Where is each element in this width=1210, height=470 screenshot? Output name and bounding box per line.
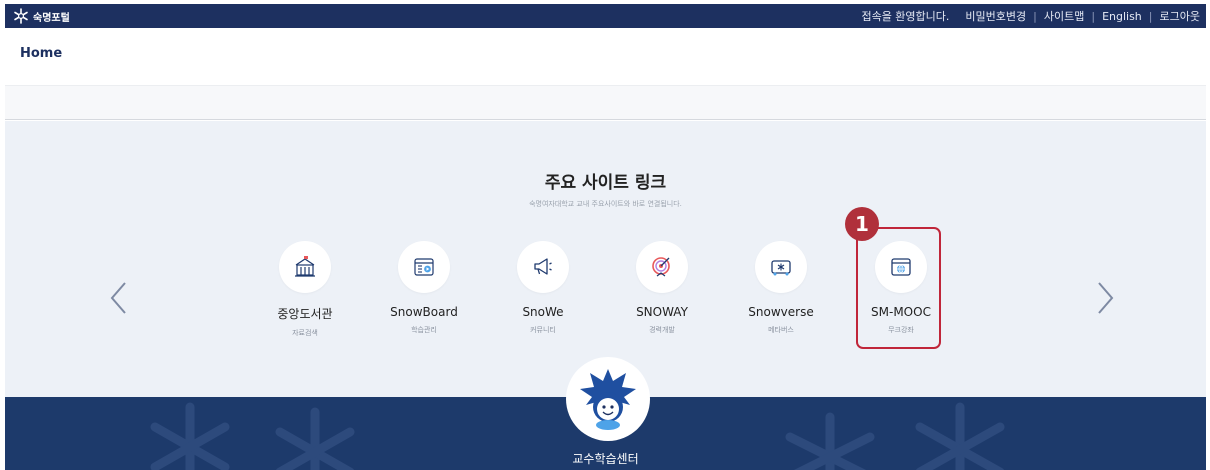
divider: |	[1091, 9, 1096, 23]
site-link-sublabel: 경력개발	[649, 326, 675, 334]
site-link-label: SnoWe	[522, 305, 564, 319]
utility-menu: 접속을 환영합니다. 비밀번호변경 | 사이트맵 | English | 로그아…	[861, 8, 1200, 24]
highlight-box	[856, 227, 941, 349]
home-link[interactable]: Home	[20, 46, 62, 61]
site-link-sublabel: 커뮤니티	[530, 326, 556, 334]
site-link-label: Snowverse	[748, 305, 814, 319]
welcome-text: 접속을 환영합니다.	[861, 10, 950, 23]
target-icon	[652, 257, 670, 277]
metaverse-icon	[771, 260, 791, 276]
divider: |	[1148, 9, 1153, 23]
change-password-link[interactable]: 비밀번호변경	[965, 8, 1026, 24]
site-link-sublabel: 학습관리	[411, 326, 437, 334]
snowflake-logo-icon	[14, 8, 28, 24]
step-badge: 1	[845, 207, 879, 241]
breadcrumb: Home	[5, 28, 1206, 86]
site-link-snoway[interactable]: SNOWAY 경력개발	[617, 241, 707, 335]
site-link-sublabel: 자료검색	[292, 329, 318, 337]
site-links-section: 주요 사이트 링크 숙명여자대학교 교내 주요사이트와 바로 연결됩니다. 중앙…	[5, 121, 1206, 397]
carousel-prev-button[interactable]	[109, 281, 129, 315]
site-link-label: SnowBoard	[390, 305, 458, 319]
icon-circle	[517, 241, 569, 293]
section-title: 주요 사이트 링크	[544, 173, 667, 193]
section-subtitle: 숙명여자대학교 교내 주요사이트와 바로 연결됩니다.	[529, 200, 682, 208]
top-bar: 숙명포털 접속을 환영합니다. 비밀번호변경 | 사이트맵 | English …	[5, 4, 1206, 28]
center-title: 교수학습센터	[572, 452, 639, 466]
divider: |	[1033, 9, 1037, 23]
site-link-snowverse[interactable]: Snowverse 메타버스	[736, 241, 826, 335]
gray-band	[5, 86, 1206, 120]
mascot-emblem	[566, 357, 650, 441]
logo-text: 숙명포털	[33, 12, 70, 24]
english-link[interactable]: English	[1102, 10, 1142, 23]
site-link-label: SNOWAY	[636, 305, 688, 319]
icon-circle	[398, 241, 450, 293]
portal-page: 숙명포털 접속을 환영합니다. 비밀번호변경 | 사이트맵 | English …	[0, 0, 1210, 470]
icon-circle	[755, 241, 807, 293]
site-link-label: 중앙도서관	[277, 307, 333, 321]
icon-circle	[279, 241, 331, 293]
board-icon	[414, 258, 434, 276]
sitemap-link[interactable]: 사이트맵	[1044, 8, 1084, 24]
icon-circle	[636, 241, 688, 293]
logout-link[interactable]: 로그아웃	[1160, 8, 1200, 24]
chevron-right-icon	[1098, 282, 1114, 314]
site-link-snowe[interactable]: SnoWe 커뮤니티	[498, 241, 588, 335]
carousel-next-button[interactable]	[1095, 281, 1115, 315]
site-link-snowboard[interactable]: SnowBoard 학습관리	[379, 241, 469, 335]
library-icon	[295, 256, 315, 277]
snowflake-mascot-icon	[580, 369, 636, 430]
site-link-library[interactable]: 중앙도서관 자료검색	[260, 241, 350, 338]
site-link-sublabel: 메타버스	[768, 326, 794, 334]
chevron-left-icon	[110, 282, 126, 314]
megaphone-icon	[534, 258, 552, 275]
portal-logo[interactable]: 숙명포털	[13, 8, 70, 24]
